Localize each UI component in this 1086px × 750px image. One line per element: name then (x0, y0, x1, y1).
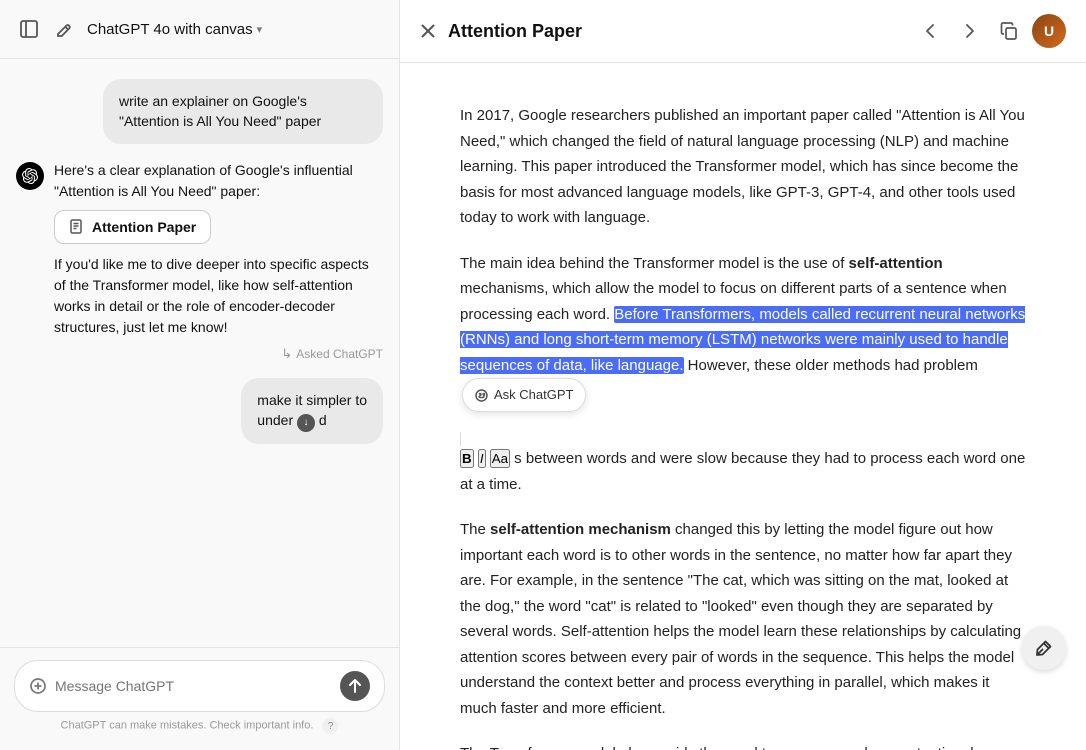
chat-area: write an explainer on Google's "Attentio… (0, 59, 399, 647)
toolbar-divider-1 (460, 432, 461, 446)
dropdown-chevron: ▾ (257, 23, 263, 36)
edit-fab-button[interactable] (1022, 626, 1066, 670)
user-avatar: U (1032, 14, 1066, 48)
paragraph-2: The main idea behind the Transformer mod… (460, 251, 1026, 413)
send-button[interactable] (340, 671, 370, 701)
ask-chatgpt-icon (475, 389, 488, 402)
header-actions: U (914, 14, 1066, 48)
attach-button[interactable] (29, 677, 47, 695)
assistant-avatar (16, 162, 44, 190)
chat-input-area: ChatGPT can make mistakes. Check importa… (0, 647, 399, 750)
left-header: ChatGPT 4o with canvas ▾ (0, 0, 399, 59)
right-panel: Attention Paper (400, 0, 1086, 750)
right-header: Attention Paper (400, 0, 1086, 63)
chat-input-wrapper (14, 660, 385, 712)
bold-button[interactable]: B (460, 449, 474, 468)
left-panel: ChatGPT 4o with canvas ▾ write an explai… (0, 0, 400, 750)
back-button[interactable] (914, 17, 946, 45)
close-button[interactable] (420, 23, 436, 39)
right-panel-container: Attention Paper (400, 0, 1086, 750)
doc-content: In 2017, Google researchers published an… (400, 63, 1086, 750)
sidebar-toggle-button[interactable] (16, 16, 42, 42)
user-message-1: write an explainer on Google's "Attentio… (103, 79, 383, 144)
asked-chatgpt-label: ↳ Asked ChatGPT (281, 346, 383, 362)
ask-chatgpt-label: Ask ChatGPT (494, 384, 573, 406)
paragraph-1: In 2017, Google researchers published an… (460, 103, 1026, 231)
selection-toolbar: Ask ChatGPT (462, 378, 586, 412)
doc-title: Attention Paper (448, 21, 902, 42)
app-title: ChatGPT 4o with canvas ▾ (87, 21, 262, 38)
assistant-message-1: Here's a clear explanation of Google's i… (16, 160, 383, 338)
assistant-text-1: Here's a clear explanation of Google's i… (54, 160, 383, 338)
chat-input[interactable] (55, 678, 332, 694)
user-message-2: make it simpler to under ↓ d (241, 378, 383, 445)
attention-paper-doc-button[interactable]: Attention Paper (54, 210, 211, 244)
italic-button[interactable]: I (478, 449, 486, 468)
disclaimer-text: ChatGPT can make mistakes. Check importa… (14, 712, 385, 738)
font-button[interactable]: Aa (490, 449, 510, 468)
copy-button[interactable] (994, 18, 1024, 44)
scroll-down-icon: ↓ (297, 414, 315, 432)
paragraph-4: The Transformer model also avoids the ne… (460, 741, 1026, 750)
help-icon: ? (322, 718, 338, 734)
forward-button[interactable] (954, 17, 986, 45)
edit-icon-button[interactable] (52, 17, 77, 42)
paragraph-3: The self-attention mechanism changed thi… (460, 517, 1026, 721)
